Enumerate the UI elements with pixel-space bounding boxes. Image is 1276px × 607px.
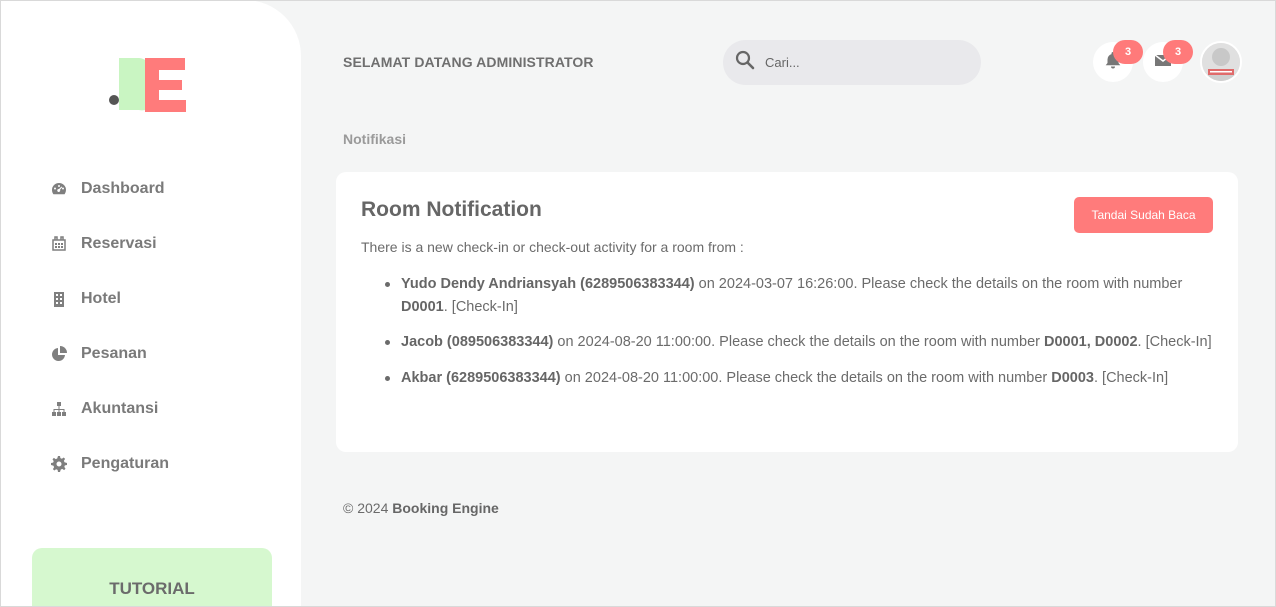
search-box[interactable] bbox=[723, 40, 981, 85]
pie-chart-icon bbox=[49, 344, 69, 364]
sidebar-item-pengaturan[interactable]: Pengaturan bbox=[49, 436, 279, 491]
gauge-icon bbox=[49, 179, 69, 199]
gear-icon bbox=[49, 454, 69, 474]
notification-card: Room Notification Tandai Sudah Baca Ther… bbox=[336, 172, 1238, 452]
brand-logo[interactable] bbox=[105, 54, 195, 118]
notification-status: . [Check-In] bbox=[1137, 334, 1212, 350]
breadcrumb[interactable]: Notifikasi bbox=[343, 131, 406, 147]
room-number: D0001 bbox=[401, 298, 444, 315]
search-icon bbox=[735, 50, 755, 75]
notifications-button[interactable]: 3 bbox=[1093, 40, 1143, 82]
sidebar-item-dashboard[interactable]: Dashboard bbox=[49, 161, 279, 216]
notification-text: on 2024-03-07 16:26:00. Please check the… bbox=[694, 276, 1183, 292]
sidebar-item-reservasi[interactable]: Reservasi bbox=[49, 216, 279, 271]
sidebar-item-hotel[interactable]: Hotel bbox=[49, 271, 279, 326]
guest-name: Akbar (6289506383344) bbox=[401, 369, 561, 386]
sidebar-item-label: Dashboard bbox=[81, 179, 165, 197]
sidebar-item-akuntansi[interactable]: Akuntansi bbox=[49, 381, 279, 436]
sidebar-item-label: Pengaturan bbox=[81, 454, 170, 472]
card-title: Room Notification bbox=[361, 198, 542, 221]
sidebar-item-label: Pesanan bbox=[81, 344, 147, 362]
footer-brand: Booking Engine bbox=[392, 500, 499, 516]
sitemap-icon bbox=[49, 399, 69, 419]
sidebar: Dashboard Reservasi Hotel Pesanan Akunta… bbox=[1, 0, 301, 607]
sidebar-item-label: Akuntansi bbox=[81, 399, 159, 417]
building-icon bbox=[49, 289, 69, 309]
notification-list: Yudo Dendy Andriansyah (6289506383344) o… bbox=[381, 273, 1221, 402]
footer-copyright: © 2024 bbox=[343, 500, 393, 516]
list-item: Yudo Dendy Andriansyah (6289506383344) o… bbox=[381, 273, 1221, 318]
messages-button[interactable]: 3 bbox=[1143, 40, 1193, 82]
notifications-badge: 3 bbox=[1113, 40, 1143, 64]
card-intro: There is a new check-in or check-out act… bbox=[361, 239, 744, 255]
list-item: Akbar (6289506383344) on 2024-08-20 11:0… bbox=[381, 367, 1221, 390]
notification-text: on 2024-08-20 11:00:00. Please check the… bbox=[560, 369, 1052, 386]
room-number: D0001, D0002 bbox=[1044, 334, 1138, 350]
tutorial-label: TUTORIAL bbox=[109, 579, 195, 598]
welcome-text: SELAMAT DATANG ADMINISTRATOR bbox=[343, 54, 594, 70]
guest-name: Jacob (089506383344) bbox=[401, 334, 554, 350]
search-input[interactable] bbox=[765, 55, 965, 70]
sidebar-item-label: Reservasi bbox=[81, 234, 157, 252]
mark-as-read-button[interactable]: Tandai Sudah Baca bbox=[1074, 197, 1213, 233]
guest-name: Yudo Dendy Andriansyah (6289506383344) bbox=[401, 276, 695, 292]
sidebar-item-pesanan[interactable]: Pesanan bbox=[49, 326, 279, 381]
tutorial-button[interactable]: TUTORIAL bbox=[32, 548, 272, 607]
room-number: D0003 bbox=[1051, 369, 1094, 386]
avatar[interactable] bbox=[1200, 41, 1242, 83]
footer: © 2024 Booking Engine bbox=[343, 500, 499, 516]
notification-text: on 2024-08-20 11:00:00. Please check the… bbox=[553, 334, 1044, 350]
sidebar-nav: Dashboard Reservasi Hotel Pesanan Akunta… bbox=[49, 161, 279, 491]
notification-status: . [Check-In] bbox=[443, 298, 518, 315]
sidebar-item-label: Hotel bbox=[81, 289, 121, 307]
messages-badge: 3 bbox=[1163, 40, 1193, 64]
list-item: Jacob (089506383344) on 2024-08-20 11:00… bbox=[381, 331, 1221, 354]
calendar-icon bbox=[49, 234, 69, 254]
notification-status: . [Check-In] bbox=[1093, 369, 1169, 386]
